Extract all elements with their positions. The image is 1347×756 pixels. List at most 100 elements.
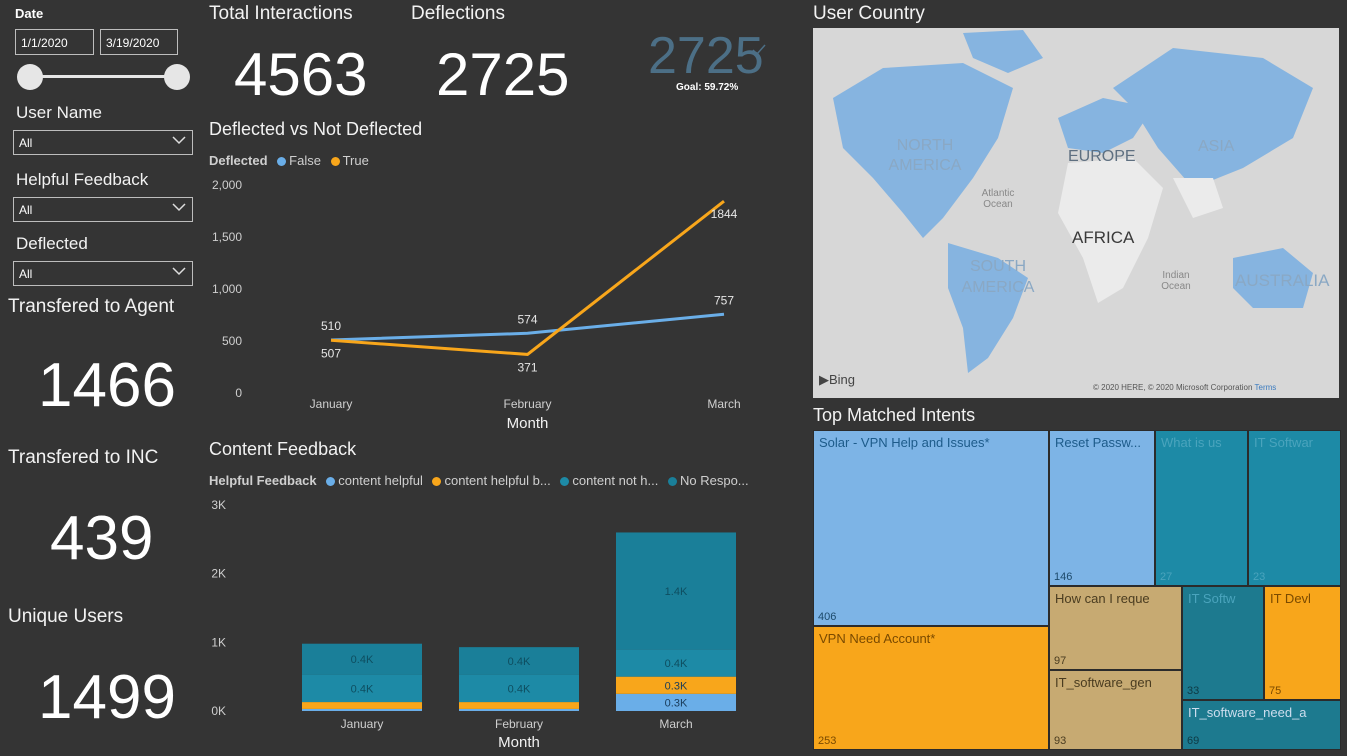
legend-not-helpful: content not h... — [572, 473, 659, 488]
date-end-input[interactable]: 3/19/2020 — [100, 29, 178, 55]
data-label: 757 — [714, 293, 734, 307]
series-line-true — [330, 200, 725, 356]
legend-dot-false — [277, 157, 287, 167]
bar-segment — [302, 702, 422, 709]
legend-helpful: content helpful — [338, 473, 423, 488]
treemap-label: IT Softw — [1188, 591, 1236, 606]
data-label: 0.4K — [351, 654, 374, 666]
total-interactions-label: Total Interactions — [209, 3, 353, 24]
kpi-value: 2725 — [648, 27, 764, 85]
legend-dot-no-response — [667, 477, 677, 487]
helpful-feedback-value: All — [19, 203, 33, 217]
x-axis-title: Month — [498, 734, 540, 751]
date-start-input[interactable]: 1/1/2020 — [15, 29, 94, 55]
helpful-feedback-label: Helpful Feedback — [16, 170, 149, 189]
y-tick-label: 1,000 — [212, 282, 242, 296]
map-label-africa: AFRICA — [1072, 228, 1135, 247]
line-chart-legend: Deflected False True — [209, 153, 369, 168]
treemap-label: How can I reque — [1055, 591, 1150, 606]
chevron-down-icon — [172, 267, 186, 276]
y-tick-label: 1,500 — [212, 230, 242, 244]
data-label: 510 — [321, 319, 341, 333]
kpi-goal: Goal: 59.72% — [676, 82, 739, 93]
transferred-agent-value: 1466 — [38, 351, 176, 420]
treemap-cell[interactable]: Reset Passw... 146 — [1049, 430, 1155, 586]
treemap: Solar - VPN Help and Issues* 406 VPN Nee… — [813, 430, 1341, 750]
treemap-cell[interactable]: What is us 27 — [1155, 430, 1248, 586]
data-label: 0.4K — [351, 683, 374, 695]
bar-segment — [302, 708, 422, 711]
data-label: 0.3K — [665, 680, 688, 692]
transferred-inc-value: 439 — [50, 504, 154, 573]
data-label: 1844 — [711, 207, 738, 221]
terms-link[interactable]: Terms — [1255, 383, 1277, 392]
treemap-label: IT Devl — [1270, 591, 1311, 606]
line-chart-title: Deflected vs Not Deflected — [209, 119, 423, 139]
data-label: 1.4K — [665, 586, 688, 598]
x-tick-label: February — [495, 717, 543, 731]
data-label: 371 — [517, 360, 537, 374]
map-label-atlantic: Atlantic Ocean — [981, 188, 1015, 210]
treemap-label: IT_software_need_a — [1188, 705, 1307, 720]
line-legend-title: Deflected — [209, 153, 268, 168]
date-slider-track[interactable] — [30, 75, 178, 78]
map-label-north-america: NORTH AMERICA — [888, 137, 962, 174]
y-tick-label: 2K — [211, 567, 226, 581]
data-label: 0.3K — [665, 697, 688, 709]
x-tick-label: March — [659, 717, 692, 731]
treemap-label: IT Softwar — [1254, 435, 1314, 450]
bing-icon: ▶ — [819, 372, 829, 387]
treemap-cell[interactable]: VPN Need Account* 253 — [813, 626, 1049, 750]
treemap-value: 97 — [1054, 655, 1067, 667]
world-map[interactable]: NORTH AMERICA EUROPE ASIA AFRICA SOUTH A… — [813, 28, 1339, 398]
map-label-australia: AUSTRALIA — [1235, 271, 1330, 290]
chevron-down-icon — [172, 136, 186, 145]
treemap-cell[interactable]: IT Softwar 23 — [1248, 430, 1341, 586]
treemap-label: VPN Need Account* — [819, 631, 936, 646]
treemap-label: Reset Passw... — [1055, 435, 1141, 450]
y-tick-label: 1K — [211, 635, 226, 649]
transferred-inc-label: Transfered to INC — [8, 447, 159, 468]
deflected-dropdown[interactable]: All — [13, 261, 193, 286]
helpful-feedback-dropdown[interactable]: All — [13, 197, 193, 222]
bar-segment — [459, 702, 579, 709]
user-name-label: User Name — [16, 103, 102, 122]
transferred-agent-label: Transfered to Agent — [8, 296, 175, 317]
y-tick-label: 0K — [211, 704, 226, 718]
deflections-value: 2725 — [436, 41, 570, 108]
map-label-indian: Indian Ocean — [1161, 270, 1191, 292]
treemap-cell[interactable]: IT Devl 75 — [1264, 586, 1341, 700]
treemap-value: 23 — [1253, 571, 1266, 583]
bar-chart-title: Content Feedback — [209, 439, 357, 459]
treemap-label: What is us — [1161, 435, 1222, 450]
x-tick-label: March — [707, 397, 740, 411]
treemap-value: 33 — [1187, 685, 1200, 697]
map-label-asia: ASIA — [1198, 138, 1235, 155]
line-chart: 0 500 1,000 1,500 2,000 January February March M… — [212, 178, 741, 432]
chevron-down-icon — [172, 203, 186, 212]
date-slider-end-handle[interactable] — [164, 64, 190, 90]
date-slider-start-handle[interactable] — [17, 64, 43, 90]
treemap-cell[interactable]: IT_software_need_a 69 — [1182, 700, 1341, 750]
deflected-label: Deflected — [16, 234, 88, 253]
user-name-value: All — [19, 136, 33, 150]
deflections-label: Deflections — [411, 3, 505, 24]
treemap-cell[interactable]: IT_software_gen 93 — [1049, 670, 1182, 750]
treemap-cell[interactable]: Solar - VPN Help and Issues* 406 — [813, 430, 1049, 626]
legend-dot-helpful — [326, 477, 336, 487]
treemap-value: 75 — [1269, 685, 1282, 697]
deflected-value: All — [19, 267, 33, 281]
y-tick-label: 0 — [235, 386, 242, 400]
legend-false: False — [289, 153, 321, 168]
unique-users-value: 1499 — [38, 663, 176, 732]
y-tick-label: 2,000 — [212, 178, 242, 192]
treemap-value: 93 — [1054, 735, 1067, 747]
bing-text: Bing — [829, 372, 856, 387]
user-name-dropdown[interactable]: All — [13, 130, 193, 155]
bing-logo: ▶Bing — [819, 372, 855, 388]
map-title: User Country — [813, 3, 925, 24]
check-icon — [752, 44, 766, 56]
treemap-cell[interactable]: IT Softw 33 — [1182, 586, 1264, 700]
treemap-cell[interactable]: How can I reque 97 — [1049, 586, 1182, 670]
total-interactions-value: 4563 — [234, 41, 368, 108]
